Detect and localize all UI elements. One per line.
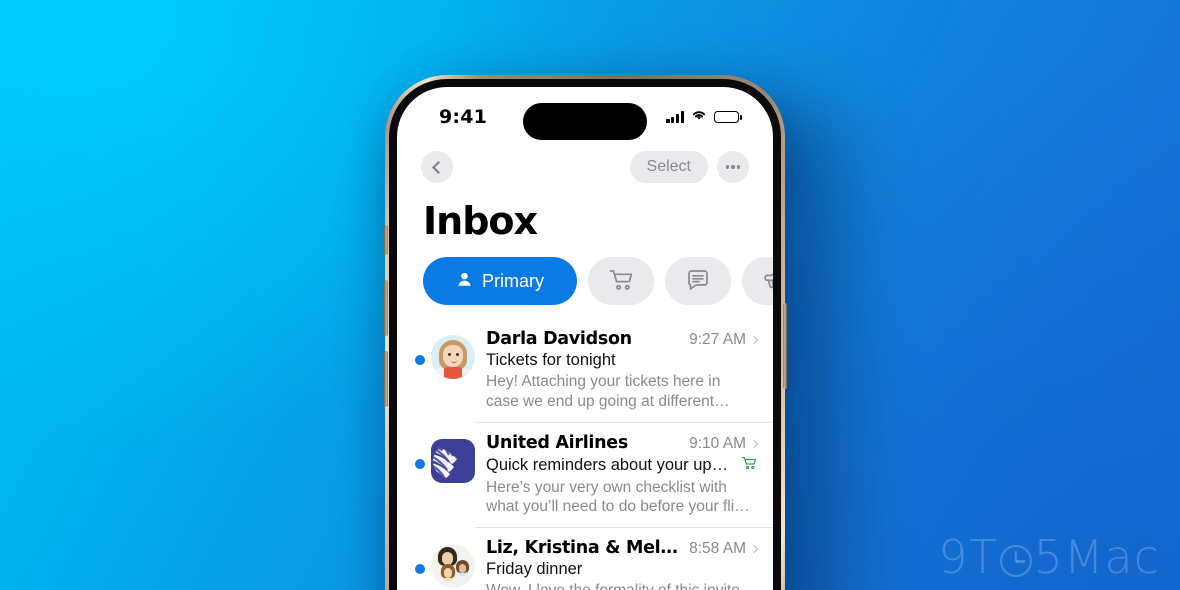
mail-subject: Quick reminders about your upcoming…: [486, 455, 735, 474]
mail-header-line: Liz, Kristina & Melody 8:58 AM: [486, 538, 759, 559]
mail-time-group: 9:10 AM: [689, 434, 759, 453]
screenshot-stage: 9T 5Mac 9:41 Select Inbox Primary Darla …: [0, 0, 1180, 590]
category-filter-row: Primary: [397, 243, 773, 305]
watermark-text-part1: 9T: [938, 530, 998, 584]
silence-switch[interactable]: [383, 225, 388, 255]
watermark-9to5mac: 9T 5Mac: [938, 530, 1160, 584]
battery-full-icon: [714, 110, 742, 124]
mail-time-group: 9:27 AM: [689, 331, 759, 349]
chevron-right-icon[interactable]: [749, 335, 759, 345]
clock-o-icon: [999, 545, 1032, 577]
mail-time-group: 8:58 AM: [689, 540, 759, 558]
filter-chip-promotions[interactable]: [742, 257, 773, 305]
person-icon: [456, 271, 473, 291]
mail-row-united-airlines[interactable]: United Airlines 9:10 AM Quick reminders …: [397, 423, 773, 528]
iphone-device-frame: 9:41 Select Inbox Primary Darla Davidson…: [383, 75, 787, 590]
unread-indicator: [415, 355, 425, 365]
more-options-button[interactable]: [717, 151, 749, 183]
megaphone-icon: [762, 267, 773, 296]
filter-chip-updates[interactable]: [665, 257, 731, 305]
avatar-united-airlines-logo: [431, 438, 475, 483]
mail-body: United Airlines 9:10 AM Quick reminders …: [486, 433, 759, 518]
chat-bubble-icon: [685, 267, 711, 296]
mail-body: Liz, Kristina & Melody 8:58 AM Friday di…: [486, 538, 759, 590]
mail-sender: Darla Davidson: [486, 329, 632, 349]
mail-sender: Liz, Kristina & Melody: [486, 538, 682, 559]
ellipsis-icon: [725, 165, 741, 169]
mail-subject: Friday dinner: [486, 560, 583, 579]
mail-preview: Here’s your very own checklist with what…: [486, 478, 756, 516]
status-bar: 9:41: [397, 87, 773, 141]
mail-body: Darla Davidson 9:27 AM Tickets for tonig…: [486, 329, 759, 412]
mail-subject-line: Tickets for tonight: [486, 351, 757, 370]
avatar-memoji-group: [431, 544, 475, 589]
signal-bars-icon: [666, 111, 684, 123]
avatar-memoji-darla: [431, 335, 475, 379]
side-power-button[interactable]: [782, 303, 787, 389]
select-button[interactable]: Select: [629, 151, 708, 183]
watermark-text-part2: 5Mac: [1033, 530, 1160, 584]
mail-row-darla-davidson[interactable]: Darla Davidson 9:27 AM Tickets for tonig…: [397, 319, 773, 422]
unread-indicator: [415, 564, 425, 575]
back-button[interactable]: [421, 151, 453, 183]
status-time: 9:41: [439, 106, 488, 128]
volume-up-button[interactable]: [383, 280, 388, 336]
filter-chip-transactions[interactable]: [588, 257, 654, 305]
mail-sender: United Airlines: [486, 432, 628, 453]
shopping-cart-icon: [608, 267, 634, 296]
chevron-right-icon[interactable]: [749, 439, 759, 448]
dynamic-island: [523, 103, 647, 140]
chevron-right-icon[interactable]: [749, 545, 759, 554]
mail-subject: Tickets for tonight: [486, 351, 616, 369]
volume-down-button[interactable]: [383, 351, 388, 407]
mail-header-line: United Airlines 9:10 AM: [486, 432, 759, 453]
united-globe-icon: [433, 443, 457, 478]
nav-right-group: Select: [629, 151, 749, 183]
phone-screen: 9:41 Select Inbox Primary Darla Davidson…: [397, 87, 773, 590]
mail-subject-line: Friday dinner: [486, 560, 757, 579]
page-title: Inbox: [423, 199, 538, 243]
mail-timestamp: 8:58 AM: [689, 540, 746, 558]
filter-chip-primary-label: Primary: [482, 270, 544, 291]
mail-header-line: Darla Davidson 9:27 AM: [486, 329, 759, 349]
mail-row-liz-kristina-melody[interactable]: Liz, Kristina & Melody 8:58 AM Friday di…: [397, 528, 773, 590]
filter-chip-primary[interactable]: Primary: [423, 257, 577, 305]
mail-preview: Wow, I love the formality of this invite…: [486, 581, 757, 590]
chevron-left-icon: [432, 160, 445, 174]
mail-preview: Hey! Attaching your tickets here in case…: [486, 373, 721, 410]
unread-indicator: [415, 458, 425, 469]
mail-list: Darla Davidson 9:27 AM Tickets for tonig…: [397, 319, 773, 590]
wifi-icon: [691, 108, 707, 126]
status-icons: [666, 108, 742, 126]
navigation-bar: Select: [397, 141, 773, 189]
mail-timestamp: 9:10 AM: [689, 434, 746, 452]
mail-timestamp: 9:27 AM: [689, 331, 746, 348]
shopping-cart-icon: [741, 455, 757, 476]
mail-subject-line: Quick reminders about your upcoming…: [486, 455, 757, 476]
